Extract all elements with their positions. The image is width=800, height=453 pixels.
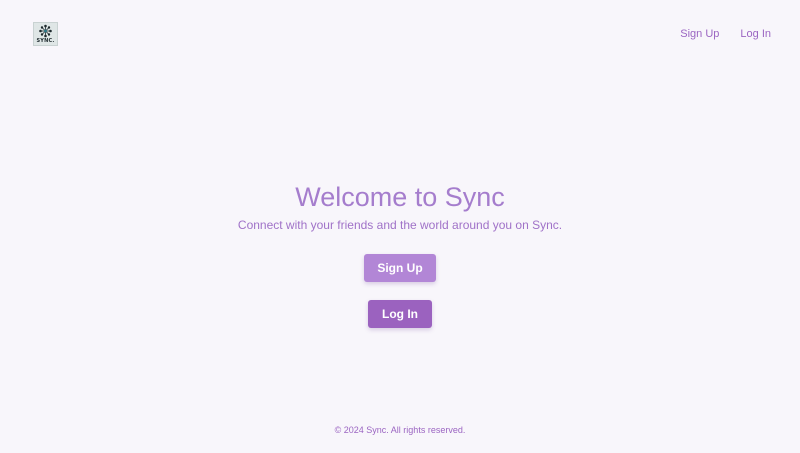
landing-page: SYNC. Sign Up Log In Welcome to Sync Con… — [0, 0, 800, 453]
hero-title: Welcome to Sync — [295, 182, 505, 212]
login-button[interactable]: Log In — [368, 300, 432, 328]
hero-section: Welcome to Sync Connect with your friend… — [0, 180, 800, 233]
nav-signup-link[interactable]: Sign Up — [680, 27, 719, 41]
signup-button[interactable]: Sign Up — [364, 254, 436, 282]
hero-subtitle: Connect with your friends and the world … — [237, 218, 563, 232]
sync-logo[interactable]: SYNC. — [33, 22, 58, 46]
nav-links: Sign Up Log In — [680, 27, 771, 41]
sync-logo-icon — [39, 24, 52, 38]
navbar: SYNC. Sign Up Log In — [0, 0, 800, 68]
nav-login-link[interactable]: Log In — [740, 27, 771, 41]
logo-text: SYNC. — [36, 38, 55, 44]
footer-copyright: © 2024 Sync. All rights reserved. — [334, 425, 466, 435]
